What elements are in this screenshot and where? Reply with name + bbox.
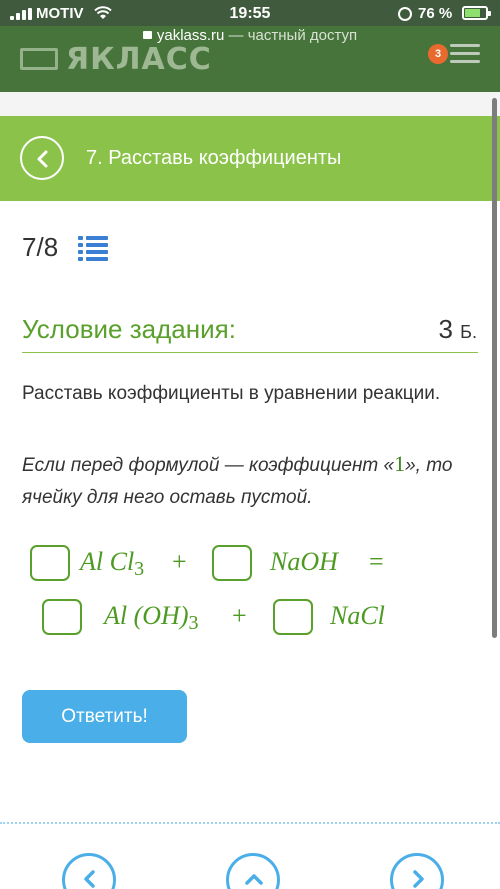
formula-aloh3-text: Al (OH) (104, 601, 189, 630)
note-one: 1 (394, 451, 406, 476)
formula-alcl3: Al Cl3 (80, 547, 145, 580)
task-title: 7. Расставь коэффициенты (86, 147, 342, 169)
formula-aloh3-sub: 3 (188, 612, 199, 634)
status-bar: MOTIV 19:55 76 % (0, 0, 500, 28)
points-unit: Б. (460, 322, 477, 342)
progress-total: 8 (43, 232, 59, 262)
notification-badge[interactable]: 3 (428, 44, 448, 64)
task-text: Расставь коэффициенты в уравнении реакци… (22, 383, 441, 404)
task-list-icon[interactable] (78, 236, 108, 262)
hamburger-menu-icon[interactable] (450, 44, 480, 63)
bottom-divider (0, 822, 500, 824)
next-task-button[interactable] (390, 853, 444, 889)
coefficient-input-alcl3[interactable] (30, 545, 70, 581)
rotation-lock-icon (398, 7, 412, 21)
lock-icon (142, 31, 152, 39)
formula-aloh3: Al (OH)3 (104, 601, 199, 634)
progress-separator: / (36, 232, 44, 262)
answer-button[interactable]: Ответить! (22, 690, 187, 743)
scrollbar[interactable] (492, 98, 497, 638)
condition-points: 3 Б. (438, 314, 477, 345)
battery-icon (462, 6, 491, 20)
back-button[interactable] (20, 136, 64, 180)
coefficient-input-aloh3[interactable] (42, 599, 82, 635)
formula-nacl: NaCl (330, 601, 385, 630)
task-progress: 7/8 (22, 232, 58, 263)
back-arrow-icon (37, 150, 48, 168)
address-bar[interactable]: yaklass.ru — частный доступ (0, 27, 500, 44)
formula-alcl3-text: Al Cl (80, 547, 135, 576)
battery-percent: 76 % (418, 5, 453, 22)
formula-naoh: NaOH (270, 547, 338, 576)
site-logo-text[interactable]: ЯКЛАСС (66, 42, 212, 77)
points-value: 3 (438, 314, 453, 344)
scroll-up-button[interactable] (226, 853, 280, 889)
condition-divider (22, 352, 478, 353)
address-domain: yaklass.ru (156, 27, 225, 44)
header-spacer (0, 92, 500, 116)
prev-icon (84, 870, 95, 888)
coefficient-input-naoh[interactable] (212, 545, 252, 581)
address-suffix: — частный доступ (224, 27, 358, 44)
previous-task-button[interactable] (62, 853, 116, 889)
up-icon (245, 874, 263, 885)
condition-title: Условие задания: (22, 314, 236, 344)
page: ЯКЛАСС 3 MOTIV 19:55 76 % yaklass.ru — ч… (0, 0, 500, 889)
plus-sign-1: + (172, 547, 187, 576)
coefficient-input-nacl[interactable] (273, 599, 313, 635)
note-prefix: Если перед формулой — коэффициент « (22, 455, 395, 476)
task-note: Если перед формулой — коэффициент «1», т… (22, 448, 478, 514)
equals-sign: = (369, 547, 384, 576)
next-icon (413, 870, 424, 888)
progress-current: 7 (22, 232, 37, 262)
yaklass-logo-icon (20, 48, 58, 70)
plus-sign-2: + (232, 601, 247, 630)
formula-alcl3-sub: 3 (134, 558, 145, 580)
